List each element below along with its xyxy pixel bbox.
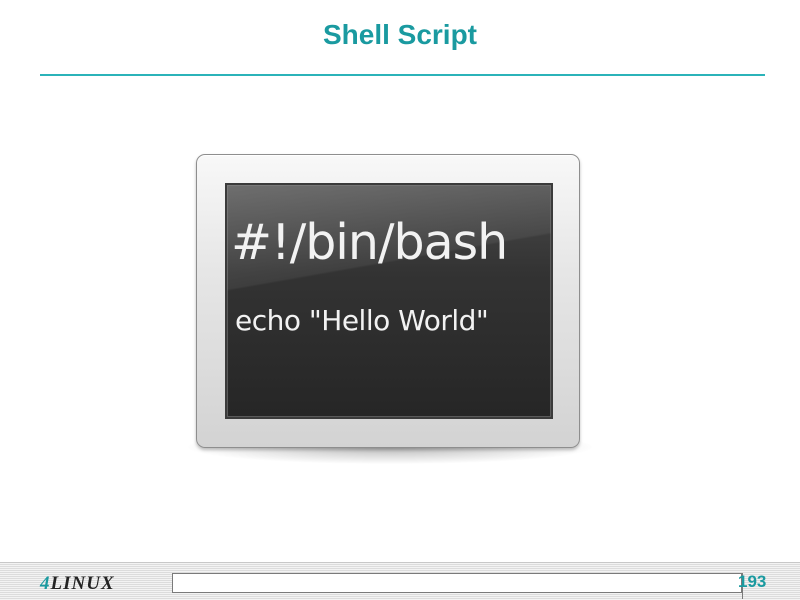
slide-title: Shell Script [322, 19, 478, 50]
title-underline [40, 74, 765, 76]
logo-number: 4 [40, 573, 51, 594]
footer-bar [172, 573, 742, 593]
logo-text: LINUX [50, 573, 115, 594]
4linux-logo: 4LINUX [40, 573, 115, 595]
terminal-screen: #!/bin/bash echo "Hello World" [225, 183, 553, 419]
footer: 4LINUX 193 [0, 562, 800, 600]
page-number: 193 [738, 572, 767, 591]
echo-line: echo "Hello World" [235, 304, 489, 337]
terminal-icon: #!/bin/bash echo "Hello World" [196, 154, 580, 448]
shebang-line: #!/bin/bash [231, 214, 508, 271]
